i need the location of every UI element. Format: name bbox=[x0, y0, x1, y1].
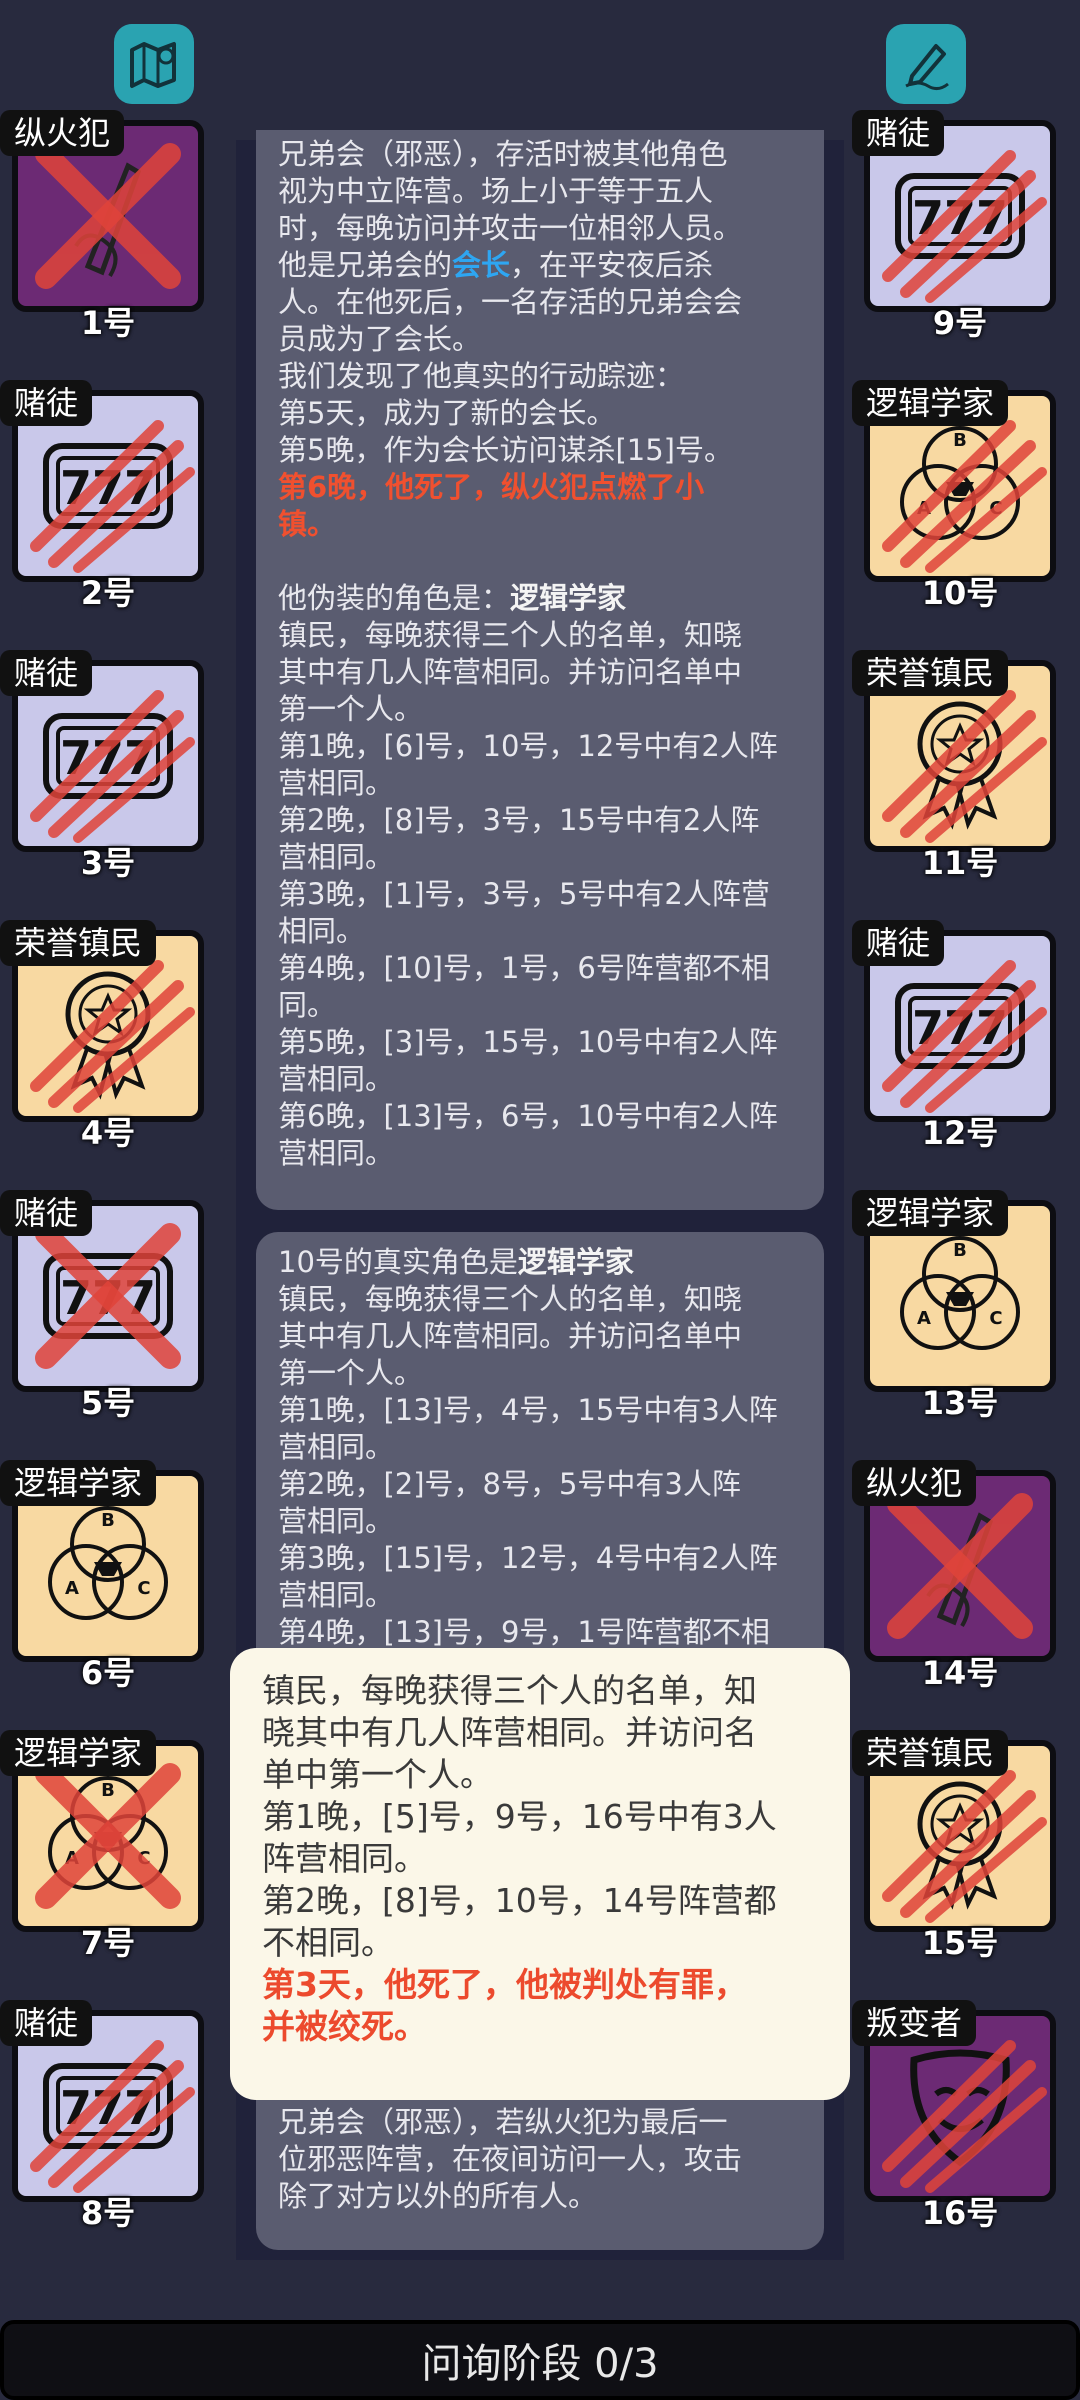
role-label: 叛变者 bbox=[852, 2000, 977, 2046]
player-number: 15号 bbox=[921, 1924, 999, 1962]
role-label: 逻辑学家 bbox=[852, 1190, 1009, 1236]
role-label: 赌徒 bbox=[0, 1190, 93, 1236]
role-label: 赌徒 bbox=[0, 2000, 93, 2046]
player-card[interactable]: B A C 逻辑学家 6号 bbox=[0, 1420, 204, 1692]
player-number: 14号 bbox=[921, 1654, 999, 1692]
player-number: 9号 bbox=[932, 304, 988, 342]
svg-text:C: C bbox=[989, 1308, 1002, 1329]
player-number: 7号 bbox=[80, 1924, 136, 1962]
player-card[interactable]: BAC逻辑学家7号 bbox=[0, 1690, 204, 1962]
player-card[interactable]: 叛变者 16号 bbox=[852, 1960, 1056, 2232]
player-number: 12号 bbox=[921, 1114, 999, 1152]
player-card[interactable]: 纵火犯 14号 bbox=[852, 1420, 1056, 1692]
svg-text:A: A bbox=[65, 1578, 79, 1599]
player-card[interactable]: 777 赌徒 2号 bbox=[0, 340, 204, 612]
role-label: 逻辑学家 bbox=[852, 380, 1009, 426]
player-card[interactable]: 777 赌徒 12号 bbox=[852, 880, 1056, 1152]
role-label: 赌徒 bbox=[852, 110, 945, 156]
role-label: 赌徒 bbox=[852, 920, 945, 966]
role-label: 荣誉镇民 bbox=[852, 1730, 1009, 1776]
player-card[interactable]: B A C 逻辑学家 13号 bbox=[852, 1150, 1056, 1422]
player-number: 8号 bbox=[80, 2194, 136, 2232]
role-label: 纵火犯 bbox=[852, 1460, 977, 1506]
player-card[interactable]: 荣誉镇民 4号 bbox=[0, 880, 204, 1152]
phase-bar: 问询阶段 0/3 bbox=[0, 2320, 1080, 2400]
role-label: 纵火犯 bbox=[0, 110, 125, 156]
player-number: 2号 bbox=[80, 574, 136, 612]
player-card[interactable]: 纵火犯 1号 bbox=[0, 70, 204, 342]
message-bubble-1: 兄弟会（邪恶），存活时被其他角色 视为中立阵营。场上小于等于五人 时，每晚访问并… bbox=[256, 130, 824, 1210]
role-label: 荣誉镇民 bbox=[0, 920, 157, 966]
player-number: 11号 bbox=[921, 844, 999, 882]
player-number: 5号 bbox=[80, 1384, 136, 1422]
player-card[interactable]: 777 赌徒 9号 bbox=[852, 70, 1056, 342]
phase-label: 问询阶段 0/3 bbox=[421, 2341, 659, 2387]
player-card[interactable]: BAC逻辑学家10号 bbox=[852, 340, 1056, 612]
svg-text:B: B bbox=[953, 1240, 967, 1261]
svg-text:A: A bbox=[917, 1308, 931, 1329]
role-label: 赌徒 bbox=[0, 380, 93, 426]
role-label: 荣誉镇民 bbox=[852, 650, 1009, 696]
svg-text:C: C bbox=[137, 1578, 150, 1599]
player-number: 13号 bbox=[921, 1384, 999, 1422]
player-number: 3号 bbox=[80, 844, 136, 882]
president-link[interactable]: 会长 bbox=[452, 248, 510, 282]
player-card[interactable]: 777 赌徒 3号 bbox=[0, 610, 204, 882]
role-tooltip[interactable]: 镇民，每晚获得三个人的名单，知 晓其中有几人阵营相同。并访问名 单中第一个人。 … bbox=[230, 1648, 850, 2100]
role-label: 逻辑学家 bbox=[0, 1730, 157, 1776]
player-card[interactable]: 777 赌徒 8号 bbox=[0, 1960, 204, 2232]
player-card[interactable]: 777赌徒5号 bbox=[0, 1150, 204, 1422]
player-card[interactable]: 荣誉镇民 15号 bbox=[852, 1690, 1056, 1962]
player-number: 1号 bbox=[80, 304, 136, 342]
role-label: 赌徒 bbox=[0, 650, 93, 696]
player-number: 10号 bbox=[921, 574, 999, 612]
player-number: 16号 bbox=[921, 2194, 999, 2232]
player-number: 4号 bbox=[80, 1114, 136, 1152]
role-label: 逻辑学家 bbox=[0, 1460, 157, 1506]
player-card[interactable]: 荣誉镇民 11号 bbox=[852, 610, 1056, 882]
svg-text:B: B bbox=[101, 1510, 115, 1531]
player-number: 6号 bbox=[80, 1654, 136, 1692]
